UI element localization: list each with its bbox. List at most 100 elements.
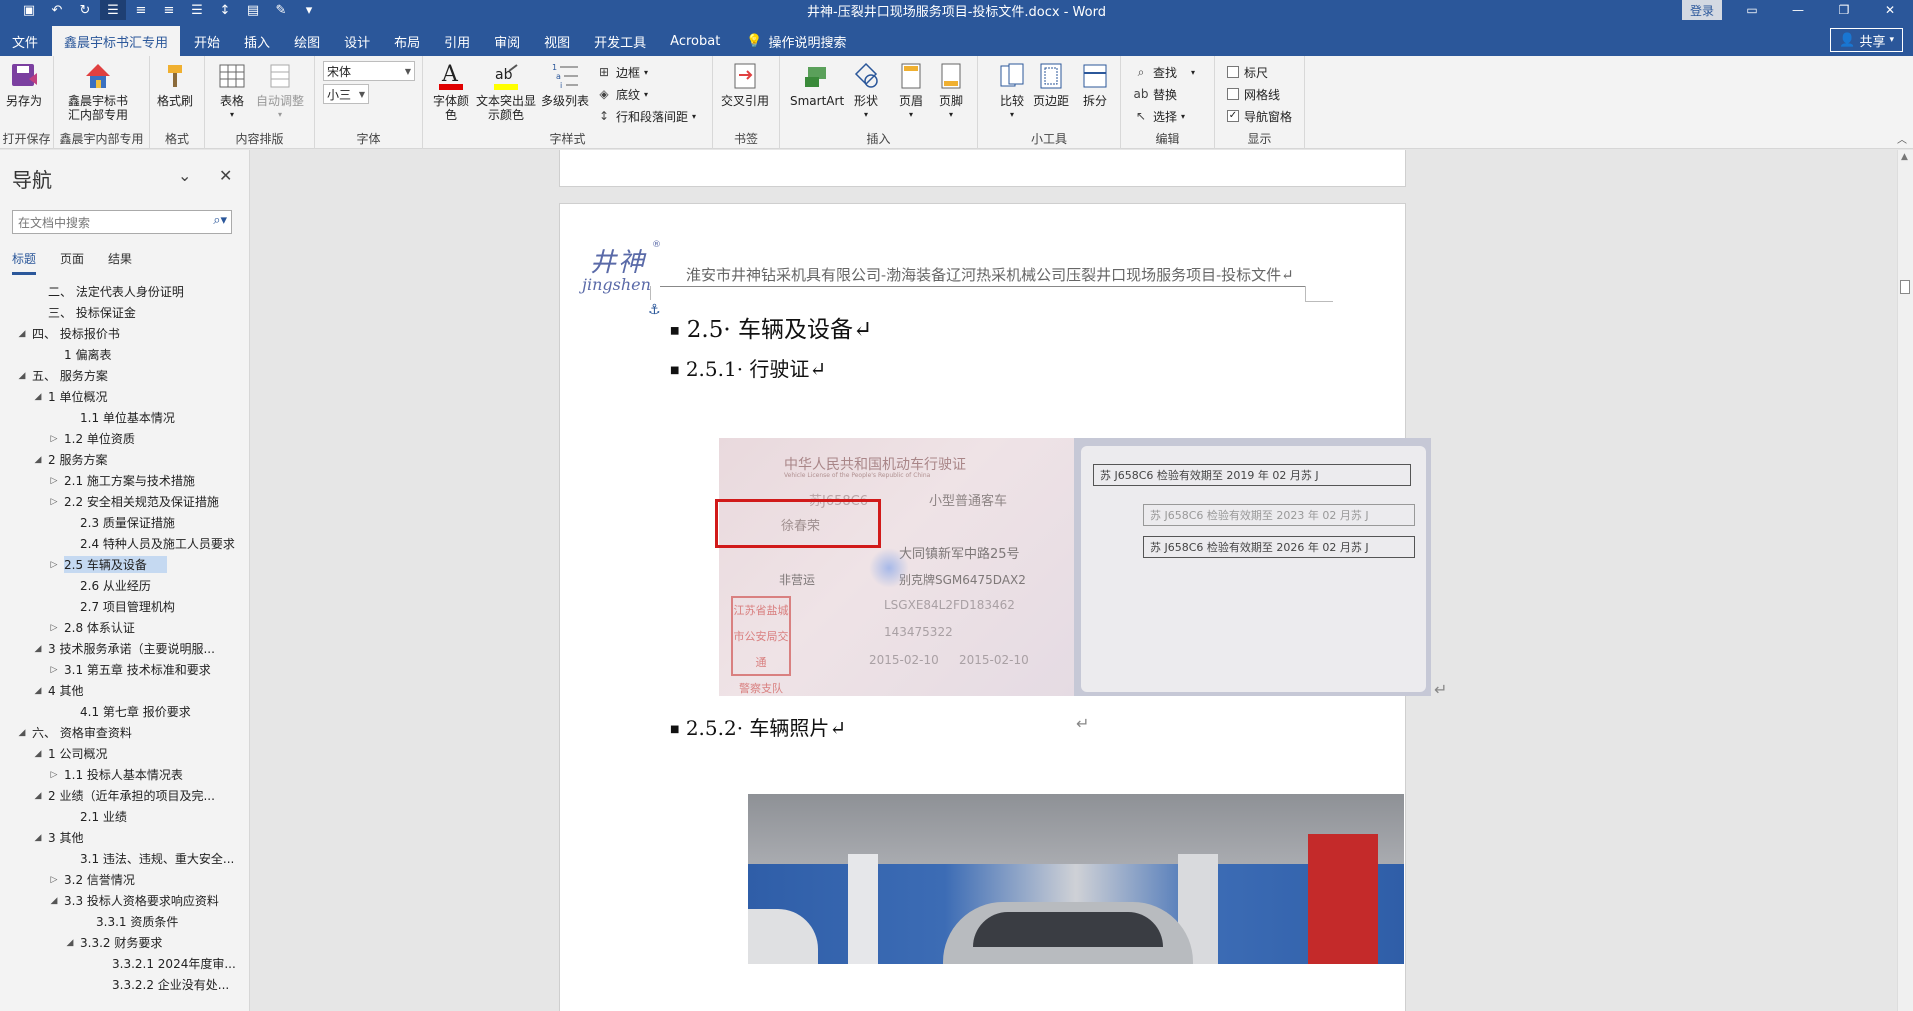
collapse-arrow-icon[interactable]: ◢ (48, 896, 60, 906)
chevron-down-icon[interactable]: ⌄ (178, 166, 191, 185)
nav-heading-item[interactable]: 3.3.1 资质条件 (0, 911, 249, 932)
tab-home[interactable]: 开始 (182, 26, 232, 56)
xcy-internal-button[interactable]: 鑫晨宇标书 汇内部专用 (68, 60, 128, 122)
nav-heading-item[interactable]: ◢ 3 技术服务承诺（主要说明服... (0, 638, 249, 659)
tab-file[interactable]: 文件 (0, 26, 50, 56)
tab-references[interactable]: 引用 (432, 26, 482, 56)
nav-heading-item[interactable]: ◢ 3 其他 (0, 827, 249, 848)
line-spacing-button[interactable]: ↕ 行和段落间距 ▾ (596, 106, 696, 126)
borders-button[interactable]: ⊞ 边框 ▾ (596, 62, 648, 82)
driving-license-image[interactable]: 中华人民共和国机动车行驶证 Vehicle License of the Peo… (719, 438, 1431, 696)
expand-arrow-icon[interactable]: ▷ (48, 623, 60, 633)
scroll-up-icon[interactable]: ▲ (1901, 152, 1908, 162)
nav-heading-item[interactable]: ▷ 2.1 施工方案与技术措施 (0, 470, 249, 491)
scroll-thumb[interactable] (1900, 280, 1910, 294)
find-button[interactable]: ⌕ 查找 ▾ (1133, 62, 1195, 82)
table-button[interactable]: 表格 ▾ (216, 60, 248, 122)
tab-acrobat[interactable]: Acrobat (658, 26, 732, 56)
nav-heading-item[interactable]: ◢ 1 单位概况 (0, 386, 249, 407)
nav-heading-item[interactable]: ▷ 2.2 安全相关规范及保证措施 (0, 491, 249, 512)
nav-heading-item[interactable]: ◢ 2 业绩（近年承担的项目及完... (0, 785, 249, 806)
nav-heading-item[interactable]: ◢ 1 公司概况 (0, 743, 249, 764)
login-button[interactable]: 登录 (1682, 0, 1722, 20)
expand-arrow-icon[interactable]: ▷ (48, 665, 60, 675)
collapse-arrow-icon[interactable]: ◢ (32, 833, 44, 843)
expand-arrow-icon[interactable]: ▷ (48, 434, 60, 444)
save-as-button[interactable]: 另存为 (6, 60, 42, 108)
tell-me-search[interactable]: 💡 操作说明搜索 (732, 26, 846, 56)
expand-arrow-icon[interactable]: ▷ (48, 770, 60, 780)
save-icon[interactable]: ▣ (16, 0, 42, 20)
split-button[interactable]: 拆分 (1079, 60, 1111, 108)
customize-icon[interactable]: ▾ (296, 0, 322, 20)
nav-heading-item[interactable]: 3.3.2.1 2024年度审... (0, 953, 249, 974)
nav-heading-item[interactable]: 二、 法定代表人身份证明 (0, 281, 249, 302)
nav-tab-results[interactable]: 结果 (108, 250, 132, 275)
tab-view[interactable]: 视图 (532, 26, 582, 56)
nav-heading-item[interactable]: ◢ 4 其他 (0, 680, 249, 701)
nav-heading-item[interactable]: 三、 投标保证金 (0, 302, 249, 323)
compare-button[interactable]: 比较 ▾ (996, 60, 1028, 122)
align-left-icon[interactable]: ☰ (100, 0, 126, 20)
tab-draw[interactable]: 绘图 (282, 26, 332, 56)
gridlines-checkbox[interactable]: 网格线 (1227, 84, 1280, 104)
heading-2-5[interactable]: ■ 2.5· 车辆及设备↵ (670, 310, 872, 344)
tab-review[interactable]: 审阅 (482, 26, 532, 56)
replace-button[interactable]: ab 替换 (1133, 84, 1178, 104)
close-icon[interactable]: ✕ (1867, 0, 1913, 20)
nav-tab-headings[interactable]: 标题 (12, 250, 37, 275)
margins-button[interactable]: 页边距 (1033, 60, 1069, 108)
expand-arrow-icon[interactable]: ▷ (48, 875, 60, 885)
expand-arrow-icon[interactable]: ▷ (48, 560, 60, 570)
footer-button[interactable]: 页脚 ▾ (935, 60, 967, 122)
line-spacing-icon[interactable]: ↕ (212, 0, 238, 20)
share-button[interactable]: 👤 共享 ▾ (1830, 28, 1903, 52)
font-size-select[interactable]: 小三 ▼ (323, 84, 369, 104)
format-painter-icon[interactable]: ✎ (268, 0, 294, 20)
justify-icon[interactable]: ☰ (184, 0, 210, 20)
nav-heading-item[interactable]: ▷ 3.1 第五章 技术标准和要求 (0, 659, 249, 680)
nav-heading-item[interactable]: 4.1 第七章 报价要求 (0, 701, 249, 722)
tab-insert[interactable]: 插入 (232, 26, 282, 56)
format-painter-button[interactable]: 格式刷 (157, 60, 193, 108)
multilevel-list-button[interactable]: 1ai 多级列表 (541, 60, 589, 108)
shapes-button[interactable]: 形状 ▾ (850, 60, 882, 122)
nav-heading-item[interactable]: 3.3.2.2 企业没有处... (0, 974, 249, 995)
collapse-arrow-icon[interactable]: ◢ (32, 749, 44, 759)
undo-icon[interactable]: ↶ (44, 0, 70, 20)
minimize-icon[interactable]: — (1775, 0, 1821, 20)
tab-layout[interactable]: 布局 (382, 26, 432, 56)
shading-button[interactable]: ◈ 底纹 ▾ (596, 84, 648, 104)
heading-2-5-2[interactable]: ■ 2.5.2· 车辆照片↵ (670, 712, 846, 741)
align-center-icon[interactable]: ≡ (128, 0, 154, 20)
search-icon[interactable]: ⌕▾ (213, 213, 227, 228)
nav-heading-item[interactable]: ◢ 3.3 投标人资格要求响应资料 (0, 890, 249, 911)
nav-heading-item[interactable]: ▷ 1.1 投标人基本情况表 (0, 764, 249, 785)
font-color-button[interactable]: A 字体颜 色 (433, 60, 469, 122)
align-right-icon[interactable]: ≡ (156, 0, 182, 20)
expand-arrow-icon[interactable]: ▷ (48, 476, 60, 486)
collapse-arrow-icon[interactable]: ◢ (32, 455, 44, 465)
tab-developer[interactable]: 开发工具 (582, 26, 658, 56)
restore-icon[interactable]: ❐ (1821, 0, 1867, 20)
collapse-arrow-icon[interactable]: ◢ (32, 791, 44, 801)
save-as-icon[interactable]: ▤ (240, 0, 266, 20)
vertical-scrollbar[interactable]: ▲ (1897, 150, 1913, 1011)
collapse-arrow-icon[interactable]: ◢ (32, 686, 44, 696)
nav-heading-item[interactable]: 2.4 特种人员及施工人员要求 (0, 533, 249, 554)
nav-heading-item[interactable]: ▷ 3.2 信誉情况 (0, 869, 249, 890)
nav-heading-item[interactable]: 2.6 从业经历 (0, 575, 249, 596)
nav-heading-item[interactable]: ▷ 1.2 单位资质 (0, 428, 249, 449)
nav-heading-item[interactable]: ◢ 2 服务方案 (0, 449, 249, 470)
nav-heading-item[interactable]: 1 偏离表 (0, 344, 249, 365)
nav-heading-item[interactable]: 2.7 项目管理机构 (0, 596, 249, 617)
collapse-ribbon-icon[interactable]: ︿ (1897, 131, 1907, 146)
nav-pane-checkbox[interactable]: ✓ 导航窗格 (1227, 106, 1292, 126)
nav-heading-item[interactable]: ▷ 2.5 车辆及设备 (0, 554, 249, 575)
heading-2-5-1[interactable]: ■ 2.5.1· 行驶证↵ (670, 353, 826, 382)
ribbon-display-icon[interactable]: ▭ (1729, 0, 1775, 20)
nav-heading-item[interactable]: 2.3 质量保证措施 (0, 512, 249, 533)
nav-search-input[interactable]: 在文档中搜索 ⌕▾ (12, 210, 232, 234)
font-name-select[interactable]: 宋体 ▼ (323, 61, 415, 81)
nav-heading-item[interactable]: 2.1 业绩 (0, 806, 249, 827)
